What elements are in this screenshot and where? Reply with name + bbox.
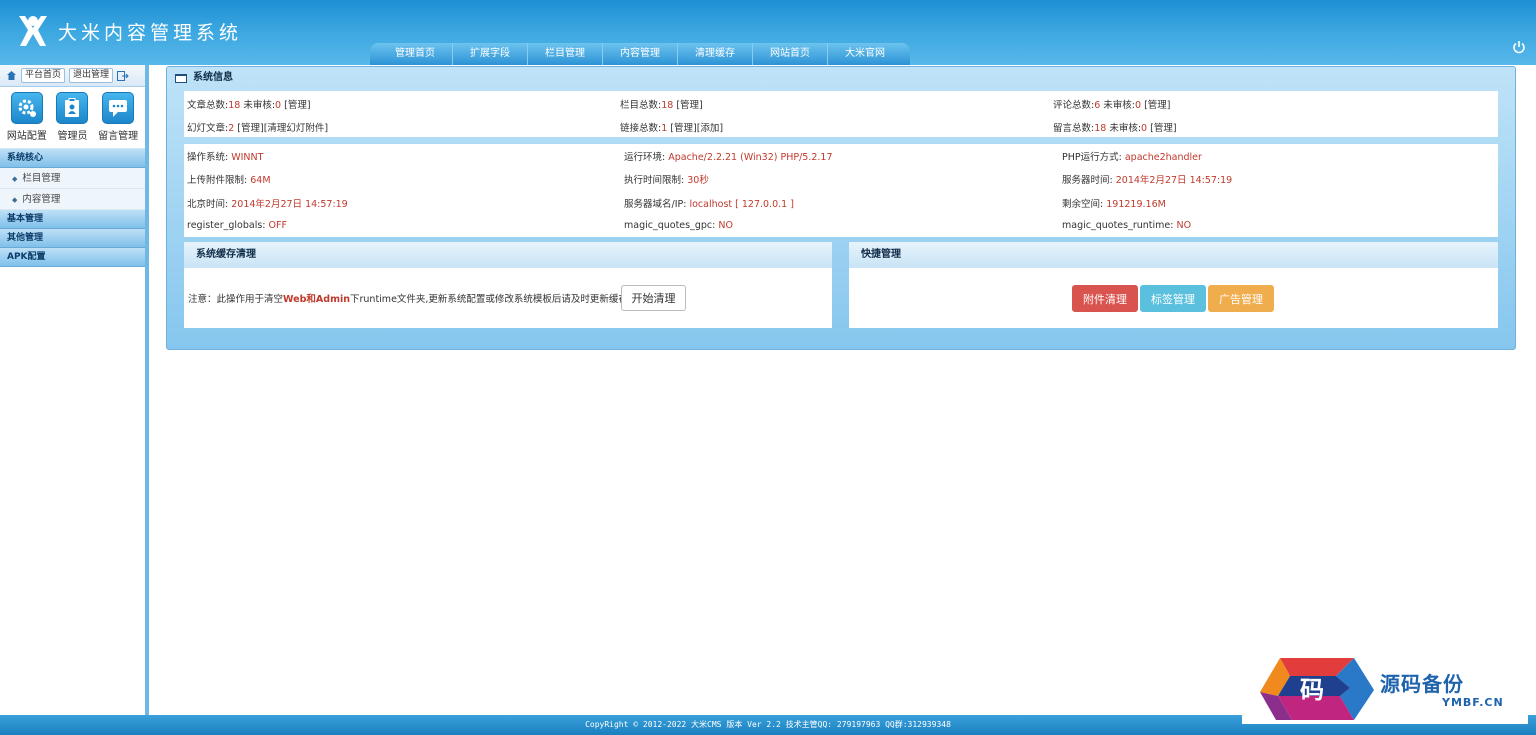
watermark-site: YMBF.CN <box>1442 696 1504 709</box>
watermark-logo: 码 源码备份 YMBF.CN <box>1242 652 1528 724</box>
nav-columns[interactable]: 栏目管理 <box>528 43 603 65</box>
cache-clear-panel: 系统缓存清理 注意：此操作用于清空Web和Admin下runtime文件夹,更新… <box>184 242 832 328</box>
exit-arrow-icon[interactable] <box>117 70 129 81</box>
nav-content[interactable]: 内容管理 <box>603 43 678 65</box>
env-php-mode: PHP运行方式: apache2handler <box>1062 152 1202 163</box>
sidebar-splitter[interactable] <box>145 65 149 715</box>
header-bar: 大米内容管理系统 管理首页 扩展字段 栏目管理 内容管理 清理缓存 网站首页 大… <box>0 0 1536 65</box>
panel-header: 系统信息 <box>167 67 1515 89</box>
nav-clear-cache[interactable]: 清理缓存 <box>678 43 753 65</box>
system-info-panel: 系统信息 文章总数:18 未审核:0 [管理] 幻灯文章:2 [管理][清理幻灯… <box>166 66 1516 350</box>
link-manage-link[interactable]: [管理][添加] <box>670 123 723 134</box>
column-stats: 栏目总数:18 [管理] <box>620 100 703 111</box>
message-shortcut[interactable]: 留言管理 <box>98 92 138 148</box>
home-icon[interactable] <box>6 70 17 81</box>
menu-item-content-label: 内容管理 <box>22 194 61 205</box>
attachment-clean-button[interactable]: 附件清理 <box>1072 285 1138 312</box>
chat-icon <box>102 92 135 124</box>
menu-item-content[interactable]: ◆ 内容管理 <box>0 189 145 210</box>
env-exec-limit: 执行时间限制: 30秒 <box>624 175 709 186</box>
slide-manage-link[interactable]: [管理][清理幻灯附件] <box>237 123 328 134</box>
message-stats: 留言总数:18 未审核:0 [管理] <box>1053 123 1177 134</box>
env-os: 操作系统: WINNT <box>187 152 264 163</box>
quick-manage-panel: 快捷管理 附件清理 标签管理 广告管理 <box>849 242 1498 328</box>
panel-title: 系统信息 <box>193 72 233 83</box>
menu-section-system-core[interactable]: 系统核心 <box>0 149 145 168</box>
menu-item-columns[interactable]: ◆ 栏目管理 <box>0 168 145 189</box>
cache-panel-title: 系统缓存清理 <box>184 242 832 268</box>
platform-home-button[interactable]: 平台首页 <box>21 68 66 83</box>
env-upload-limit: 上传附件限制: 64M <box>187 175 271 186</box>
env-free-space: 剩余空间: 191219.16M <box>1062 199 1166 210</box>
quick-panel-title: 快捷管理 <box>849 242 1498 268</box>
stats-box: 文章总数:18 未审核:0 [管理] 幻灯文章:2 [管理][清理幻灯附件] 栏… <box>184 91 1498 137</box>
power-icon[interactable] <box>1512 40 1526 54</box>
menu-section-apk[interactable]: APK配置 <box>0 248 145 267</box>
watermark-brand: 源码备份 <box>1380 672 1464 696</box>
ad-manage-button[interactable]: 广告管理 <box>1208 285 1274 312</box>
nav-site-home[interactable]: 网站首页 <box>753 43 828 65</box>
nav-extend-fields[interactable]: 扩展字段 <box>453 43 528 65</box>
cache-note: 注意：此操作用于清空Web和Admin下runtime文件夹,更新系统配置或修改… <box>188 294 628 305</box>
logout-button[interactable]: 退出管理 <box>69 68 114 83</box>
tag-manage-button[interactable]: 标签管理 <box>1140 285 1206 312</box>
clipboard-icon <box>56 92 89 124</box>
quick-icon-row: 网站配置 管理员 留言管理 <box>0 87 145 149</box>
menu-section-other[interactable]: 其他管理 <box>0 229 145 248</box>
sidebar-toolbar: 平台首页 退出管理 <box>0 65 145 87</box>
article-stats: 文章总数:18 未审核:0 [管理] <box>187 100 311 111</box>
article-manage-link[interactable]: [管理] <box>284 100 310 111</box>
app-title: 大米内容管理系统 <box>58 21 243 44</box>
admin-label: 管理员 <box>57 131 88 142</box>
env-server-host: 服务器域名/IP: localhost [ 127.0.0.1 ] <box>624 199 794 210</box>
bullet-icon: ◆ <box>12 175 18 183</box>
window-icon <box>175 73 187 83</box>
environment-box: 操作系统: WINNT 运行环境: Apache/2.2.21 (Win32) … <box>184 144 1498 237</box>
slide-stats: 幻灯文章:2 [管理][清理幻灯附件] <box>187 123 329 134</box>
comment-stats: 评论总数:6 未审核:0 [管理] <box>1053 100 1171 111</box>
site-config-label: 网站配置 <box>6 131 47 142</box>
env-runtime: 运行环境: Apache/2.2.21 (Win32) PHP/5.2.17 <box>624 152 833 163</box>
comment-manage-link[interactable]: [管理] <box>1144 100 1170 111</box>
site-config-shortcut[interactable]: 网站配置 <box>7 92 47 148</box>
bullet-icon: ◆ <box>12 196 18 204</box>
env-beijing-time: 北京时间: 2014年2月27日 14:57:19 <box>187 199 348 210</box>
link-stats: 链接总数:1 [管理][添加] <box>620 123 724 134</box>
top-nav: 管理首页 扩展字段 栏目管理 内容管理 清理缓存 网站首页 大米官网 <box>370 43 910 65</box>
watermark-char: 码 <box>1300 675 1324 704</box>
column-manage-link[interactable]: [管理] <box>676 100 702 111</box>
message-label: 留言管理 <box>98 131 139 142</box>
env-magic-quotes-gpc: magic_quotes_gpc: NO <box>624 220 733 231</box>
nav-official-site[interactable]: 大米官网 <box>828 43 902 65</box>
env-server-time: 服务器时间: 2014年2月27日 14:57:19 <box>1062 175 1233 186</box>
env-magic-quotes-runtime: magic_quotes_runtime: NO <box>1062 220 1192 231</box>
sidebar: 平台首页 退出管理 网站配置 管理员 留言管理 系统核心 ◆ 栏目管理 ◆ 内容管理… <box>0 65 145 715</box>
admin-shortcut[interactable]: 管理员 <box>56 92 89 148</box>
start-clear-button[interactable]: 开始清理 <box>621 285 686 311</box>
logo: 大米内容管理系统 <box>16 12 242 50</box>
menu-item-columns-label: 栏目管理 <box>22 173 61 184</box>
menu-section-basic[interactable]: 基本管理 <box>0 210 145 229</box>
env-register-globals: register_globals: OFF <box>187 220 287 231</box>
gear-icon <box>10 92 43 124</box>
logo-icon <box>19 16 47 46</box>
message-manage-link[interactable]: [管理] <box>1150 123 1176 134</box>
nav-admin-home[interactable]: 管理首页 <box>378 43 453 65</box>
